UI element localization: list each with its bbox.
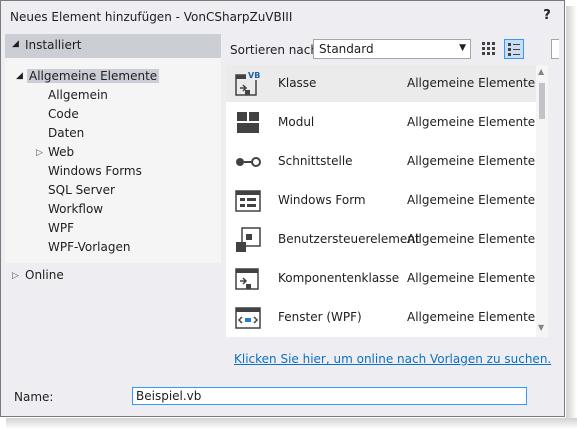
- tree-item-allgemein[interactable]: Allgemein: [48, 86, 108, 104]
- online-templates-link[interactable]: Klicken Sie hier, um online nach Vorlage…: [234, 352, 551, 366]
- scroll-up-icon[interactable]: ▲: [538, 67, 544, 76]
- template-category: Allgemeine Elemente: [407, 154, 536, 168]
- template-category: Allgemeine Elemente: [407, 310, 536, 324]
- tree-item-allgemeine-elemente[interactable]: Allgemeine Elemente: [27, 67, 160, 85]
- interface-icon: [234, 148, 262, 176]
- template-category: Allgemeine Elemente: [407, 232, 536, 246]
- user-control-icon: [234, 226, 262, 254]
- list-view-icon: [508, 43, 520, 56]
- search-box[interactable]: [551, 39, 559, 59]
- wpf-window-icon: [234, 304, 262, 332]
- tree-item-online[interactable]: Online: [25, 266, 64, 284]
- installed-label: Installiert: [25, 38, 82, 52]
- window-shadow-right: [566, 6, 577, 429]
- collapsed-arrow-icon[interactable]: ▷: [36, 148, 43, 158]
- tree-item-windows-forms[interactable]: Windows Forms: [48, 162, 142, 180]
- tree-item-sql-server[interactable]: SQL Server: [48, 181, 115, 199]
- template-name: Schnittstelle: [278, 154, 353, 168]
- sort-value: Standard: [319, 42, 374, 56]
- online-section: ▷ Online: [5, 263, 221, 379]
- tree-item-daten[interactable]: Daten: [48, 124, 84, 142]
- collapse-arrow-icon: ◢: [12, 39, 19, 49]
- installed-header[interactable]: ◢ Installiert: [5, 34, 221, 58]
- template-list: VB Klasse Allgemeine Elemente Modul Allg…: [226, 65, 548, 337]
- sort-label: Sortieren nach:: [230, 43, 322, 57]
- template-name: Klasse: [278, 76, 317, 90]
- title-bar: Neues Element hinzufügen - VonCSharpZuVB…: [1, 1, 564, 33]
- grid-view-icon: [482, 42, 495, 55]
- list-view-button[interactable]: [504, 39, 524, 59]
- small-icons-view-button[interactable]: [479, 39, 499, 59]
- template-name: Komponentenklasse: [278, 271, 400, 285]
- tree-item-wpf-vorlagen[interactable]: WPF-Vorlagen: [48, 238, 130, 256]
- module-icon: [234, 109, 262, 137]
- template-row-modul[interactable]: Modul Allgemeine Elemente: [226, 104, 536, 141]
- tree-item-code[interactable]: Code: [48, 105, 79, 123]
- template-pane: Sortieren nach: Standard ▼ VB Klasse All…: [224, 34, 562, 379]
- template-row-windows-form[interactable]: Windows Form Allgemeine Elemente: [226, 182, 536, 219]
- template-category: Allgemeine Elemente: [407, 76, 536, 90]
- chevron-down-icon: ▼: [459, 43, 466, 53]
- scrollbar-thumb[interactable]: [539, 83, 545, 119]
- sort-dropdown[interactable]: Standard ▼: [313, 39, 471, 59]
- expanded-arrow-icon[interactable]: ◢: [16, 71, 23, 81]
- collapsed-arrow-icon[interactable]: ▷: [12, 271, 19, 281]
- vb-badge-label: VB: [248, 71, 260, 80]
- template-name: Fenster (WPF): [278, 310, 362, 324]
- template-name: Modul: [278, 115, 315, 129]
- scroll-down-icon[interactable]: ▼: [538, 323, 544, 332]
- name-bar: Name: Beispiel.vb: [1, 379, 564, 416]
- template-row-fenster-wpf[interactable]: Fenster (WPF) Allgemeine Elemente: [226, 299, 536, 336]
- tree-item-workflow[interactable]: Workflow: [48, 200, 103, 218]
- template-name: Benutzersteuerelement: [278, 232, 420, 246]
- template-row-klasse[interactable]: VB Klasse Allgemeine Elemente: [226, 65, 536, 102]
- tree-item-web[interactable]: Web: [48, 143, 74, 161]
- template-category: Allgemeine Elemente: [407, 193, 536, 207]
- tree-item-label: Allgemeine Elemente: [27, 69, 160, 83]
- template-row-schnittstelle[interactable]: Schnittstelle Allgemeine Elemente: [226, 143, 536, 180]
- windows-form-icon: [234, 187, 262, 215]
- tree-item-wpf[interactable]: WPF: [48, 219, 74, 237]
- name-input[interactable]: Beispiel.vb: [132, 387, 527, 405]
- dialog-window: Neues Element hinzufügen - VonCSharpZuVB…: [0, 0, 565, 417]
- template-name: Windows Form: [278, 193, 366, 207]
- template-row-komponentenklasse[interactable]: Komponentenklasse Allgemeine Elemente: [226, 260, 536, 297]
- window-title: Neues Element hinzufügen - VonCSharpZuVB…: [10, 10, 293, 24]
- class-icon: VB: [234, 70, 262, 98]
- template-category: Allgemeine Elemente: [407, 115, 536, 129]
- category-tree: ◢ Installiert ◢ Allgemeine Elemente Allg…: [5, 34, 221, 379]
- help-button[interactable]: ?: [540, 9, 554, 23]
- component-class-icon: [234, 265, 262, 293]
- template-row-benutzersteuerelement[interactable]: Benutzersteuerelement Allgemeine Element…: [226, 221, 536, 258]
- name-label: Name:: [14, 390, 54, 404]
- window-shadow-bottom: [6, 418, 577, 429]
- template-category: Allgemeine Elemente: [407, 271, 536, 285]
- template-list-scrollbar[interactable]: ▲ ▼: [536, 65, 548, 337]
